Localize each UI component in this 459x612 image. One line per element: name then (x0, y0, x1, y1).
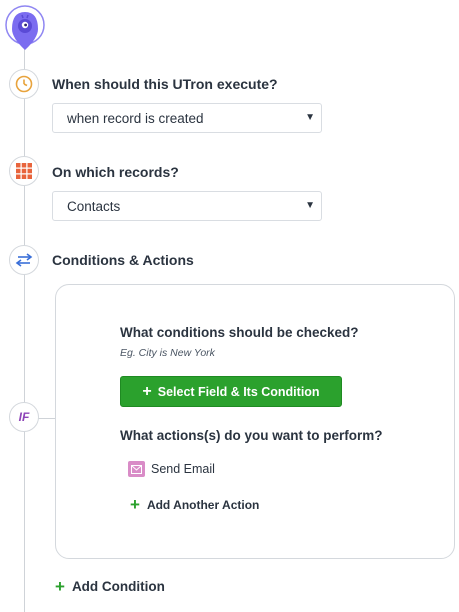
trigger-select[interactable]: when record is created ▼ (52, 103, 322, 133)
records-step-title: On which records? (52, 164, 179, 180)
add-another-action-label: Add Another Action (146, 497, 260, 512)
plus-icon: + (142, 382, 152, 400)
action-item-send-email[interactable]: Send Email (128, 461, 215, 477)
mail-icon (128, 461, 145, 477)
trigger-step-title: When should this UTron execute? (52, 76, 278, 92)
records-select[interactable]: Contacts ▼ (52, 191, 322, 221)
grid-icon (9, 156, 39, 186)
conditions-question: What conditions should be checked? (120, 325, 359, 340)
if-connector (38, 418, 56, 419)
records-select-value: Contacts (67, 198, 121, 214)
plus-icon: + (55, 577, 65, 596)
add-another-action-button[interactable]: + Add Another Action (130, 496, 259, 513)
timeline-line (24, 48, 25, 612)
chevron-down-icon: ▼ (305, 200, 315, 211)
clock-icon (9, 69, 39, 99)
conditions-actions-title: Conditions & Actions (52, 252, 194, 268)
swap-arrows-icon (9, 245, 39, 275)
utron-pin-icon (4, 4, 46, 52)
action-label: Send Email (151, 462, 215, 476)
actions-question: What actions(s) do you want to perform? (120, 428, 383, 443)
chevron-down-icon: ▼ (305, 112, 315, 123)
trigger-select-value: when record is created (67, 110, 204, 126)
add-condition-button[interactable]: + Add Condition (55, 578, 165, 595)
conditions-hint: Eg. City is New York (120, 347, 215, 359)
plus-icon: + (130, 495, 140, 514)
if-badge: IF (9, 402, 39, 432)
select-field-button[interactable]: + Select Field & Its Condition (120, 376, 342, 407)
utron-builder: When should this UTron execute? when rec… (0, 0, 459, 612)
add-condition-label: Add Condition (71, 579, 165, 594)
select-field-button-label: Select Field & Its Condition (157, 384, 320, 399)
